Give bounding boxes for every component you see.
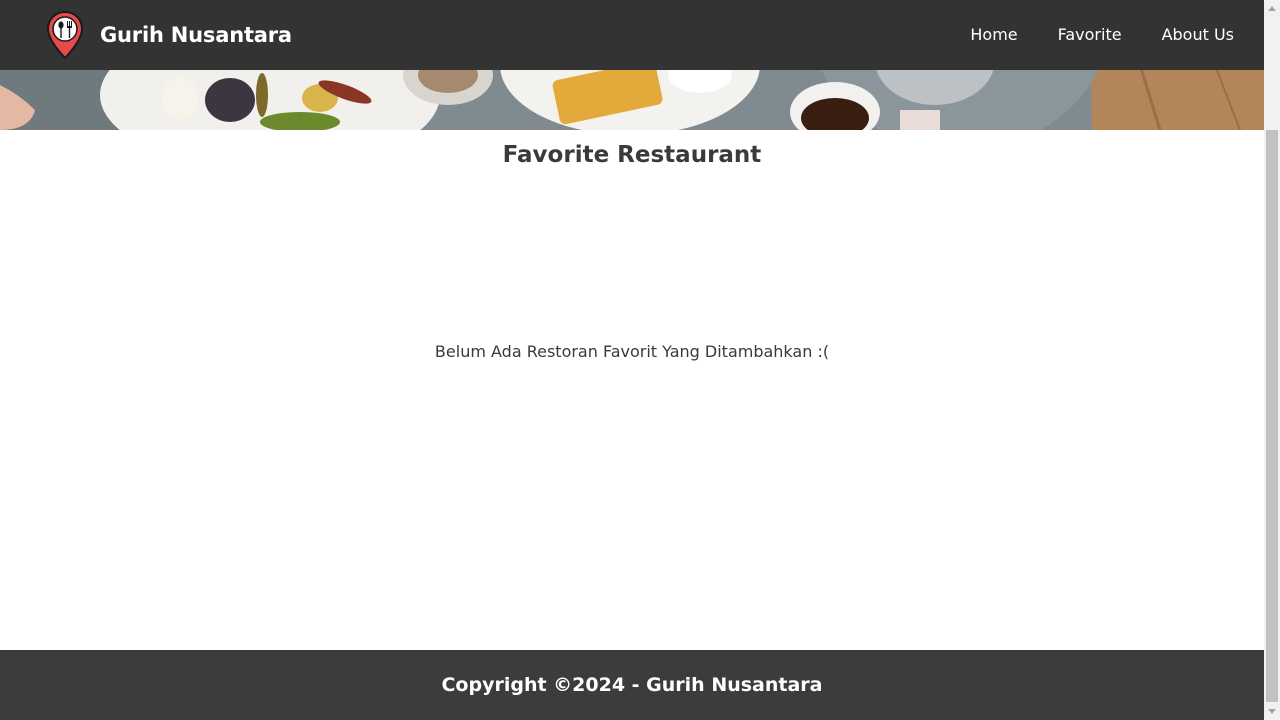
brand-name: Gurih Nusantara [100, 23, 292, 47]
nav-about-us-link[interactable]: About Us [1142, 0, 1234, 70]
vertical-scrollbar[interactable] [1264, 0, 1280, 720]
footer: Copyright ©2024 - Gurih Nusantara [0, 650, 1264, 720]
page-viewport: Gurih Nusantara Home Favorite About Us F… [0, 0, 1264, 720]
scroll-up-arrow-icon[interactable] [1264, 0, 1280, 16]
favorite-section: Favorite Restaurant Belum Ada Restoran F… [0, 130, 1264, 650]
nav-favorite-link[interactable]: Favorite [1038, 0, 1142, 70]
top-navbar: Gurih Nusantara Home Favorite About Us [0, 0, 1264, 70]
main-nav: Home Favorite About Us [950, 0, 1234, 70]
scroll-down-arrow-icon[interactable] [1264, 704, 1280, 720]
scrollbar-thumb[interactable] [1266, 130, 1278, 702]
nav-home-link[interactable]: Home [950, 0, 1037, 70]
location-pin-cutlery-icon [46, 10, 84, 60]
brand[interactable]: Gurih Nusantara [46, 10, 292, 60]
page-title: Favorite Restaurant [502, 142, 762, 168]
copyright-text: Copyright ©2024 - Gurih Nusantara [441, 674, 823, 696]
empty-favorite-message: Belum Ada Restoran Favorit Yang Ditambah… [434, 342, 830, 361]
